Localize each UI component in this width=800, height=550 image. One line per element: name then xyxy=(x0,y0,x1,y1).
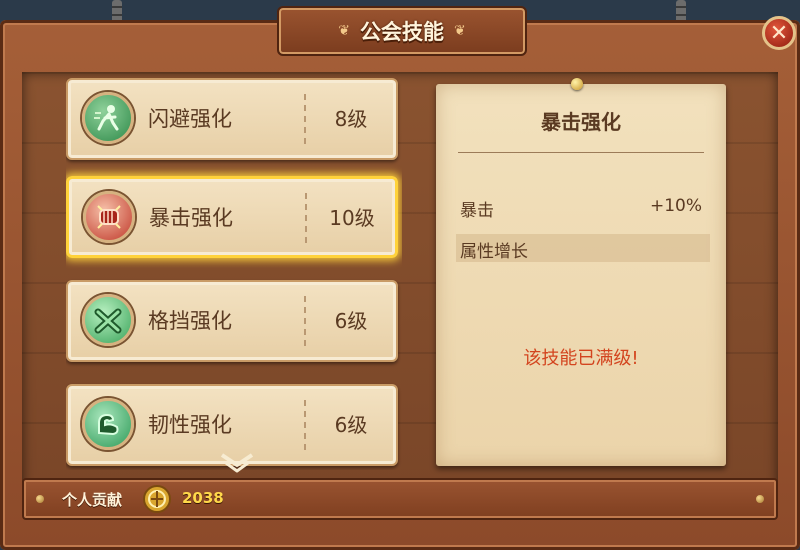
crossed-arms-icon xyxy=(82,294,134,346)
rivet-icon xyxy=(756,495,764,503)
flourish-right-icon: ❦ xyxy=(454,23,466,39)
detail-title: 暴击强化 xyxy=(541,110,621,134)
max-level-message: 该技能已满级! xyxy=(523,348,639,369)
skill-item-crit[interactable]: 暴击强化 10级 xyxy=(66,176,398,258)
skill-level: 6级 xyxy=(334,309,368,333)
fist-icon xyxy=(83,191,135,243)
close-button[interactable]: ✕ xyxy=(762,16,796,50)
scroll-down-arrow-icon[interactable] xyxy=(218,452,256,474)
contribution-value: 2038 xyxy=(182,489,224,507)
divider xyxy=(304,296,306,346)
skill-list[interactable]: 闪避强化 8级 暴击强化 10级 格挡强化 6级 韧性强化 6级 xyxy=(66,78,402,470)
skill-item-dodge[interactable]: 闪避强化 8级 xyxy=(66,78,398,160)
close-icon: ✕ xyxy=(769,20,789,46)
stat-value: +10% xyxy=(649,196,702,216)
stat-row: 暴击 +10% xyxy=(460,192,702,222)
divider xyxy=(305,193,307,243)
growth-label: 属性增长 xyxy=(460,242,528,262)
flourish-left-icon: ❦ xyxy=(338,23,350,39)
contribution-label: 个人贡献 xyxy=(62,491,123,509)
pin-icon xyxy=(571,78,583,90)
skill-level: 6级 xyxy=(334,413,368,437)
growth-row: 属性增长 xyxy=(456,234,710,262)
skill-item-block[interactable]: 格挡强化 6级 xyxy=(66,280,398,362)
rivet-icon xyxy=(36,495,44,503)
skill-name: 闪避强化 xyxy=(148,107,232,131)
guild-coin-icon xyxy=(142,484,172,514)
window-title: 公会技能 xyxy=(360,20,444,44)
skill-name: 格挡强化 xyxy=(148,309,232,333)
skill-detail-panel: 暴击强化 暴击 +10% 属性增长 该技能已满级! xyxy=(436,78,726,466)
divider xyxy=(458,152,704,153)
skill-name: 暴击强化 xyxy=(149,206,233,230)
title-plaque: ❦ 公会技能 ❦ xyxy=(277,6,527,56)
muscle-arm-icon xyxy=(82,398,134,450)
dodge-icon xyxy=(82,92,134,144)
stat-label: 暴击 xyxy=(460,201,494,221)
skill-level: 10级 xyxy=(329,206,375,230)
skill-level: 8级 xyxy=(334,107,368,131)
divider xyxy=(304,400,306,450)
contribution-bar: 个人贡献 2038 xyxy=(22,478,778,520)
divider xyxy=(304,94,306,144)
